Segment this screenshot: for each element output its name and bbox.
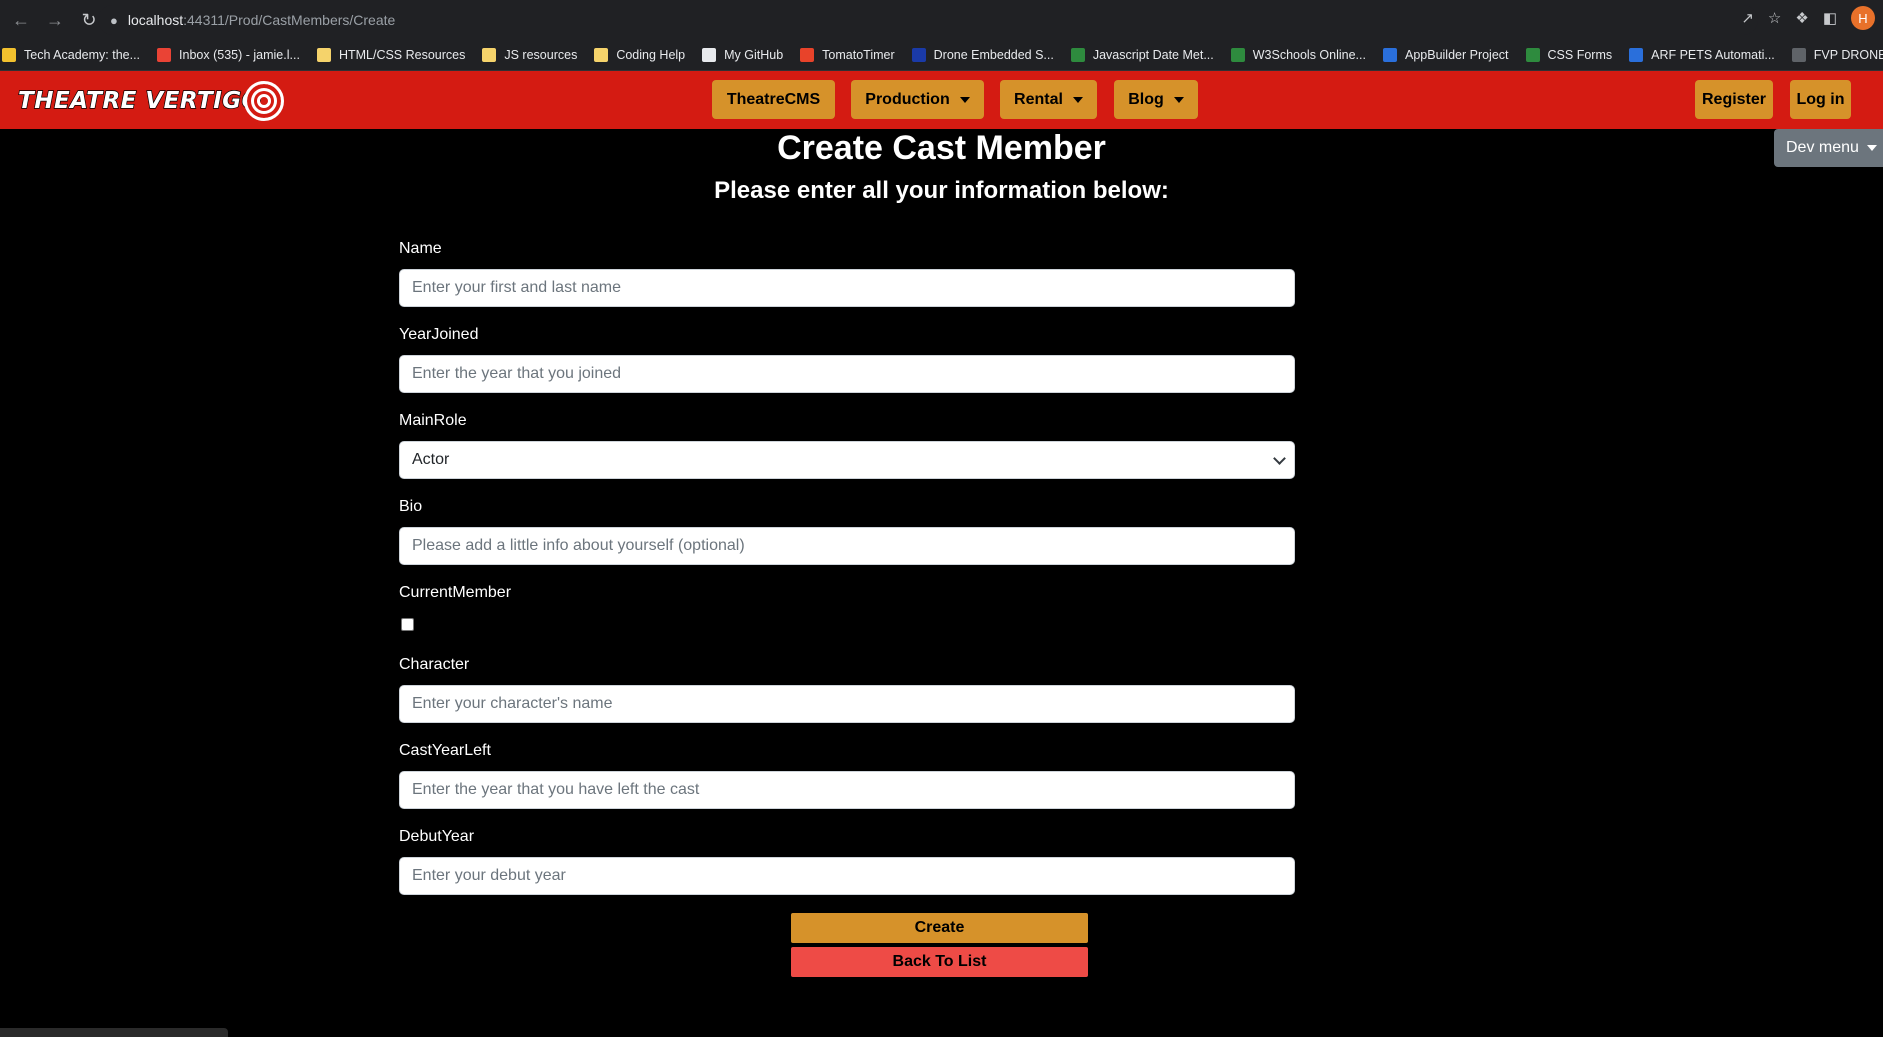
bookmark-item[interactable]: TomatoTimer [800, 48, 895, 62]
cast-year-left-label: CastYearLeft [399, 742, 491, 759]
main-role-select[interactable]: Actor [399, 441, 1295, 479]
logo-text: THEATRE VERTIGO [17, 87, 262, 114]
share-icon[interactable]: ↗ [1741, 9, 1754, 27]
bookmark-favicon-icon [1382, 48, 1397, 62]
bio-label: Bio [399, 498, 423, 515]
bookmark-item[interactable]: CSS Forms [1525, 48, 1613, 62]
bookmark-item[interactable]: My GitHub [702, 48, 783, 62]
bookmarks-bar: Tech Academy: the... Inbox (535) - jamie.… [0, 40, 1883, 71]
address-bar[interactable]: ● localhost:44311/Prod/CastMembers/Creat… [98, 5, 1758, 35]
bookmark-favicon-icon [1629, 48, 1644, 62]
bookmark-label: Inbox (535) - jamie.l... [179, 48, 300, 62]
bookmark-favicon-icon [482, 48, 497, 62]
bookmark-label: CSS Forms [1547, 48, 1613, 62]
theatre-vertigo-logo[interactable]: THEATRE VERTIGO [17, 81, 284, 121]
bookmark-item[interactable]: W3Schools Online... [1230, 48, 1366, 62]
site-info-icon[interactable]: ● [110, 13, 118, 28]
bookmark-item[interactable]: ARF PETS Automati... [1629, 48, 1775, 62]
nav-production-dropdown[interactable]: Production [851, 80, 984, 119]
logo-spiral-icon [243, 81, 284, 121]
bookmark-label: Tech Academy: the... [24, 48, 141, 62]
debut-year-label: DebutYear [399, 828, 475, 845]
back-to-list-button[interactable]: Back To List [791, 947, 1088, 977]
character-input[interactable]: Enter your character's name [399, 685, 1295, 723]
caret-down-icon [1072, 96, 1083, 103]
name-input[interactable]: Enter your first and last name [399, 269, 1295, 307]
site-navbar: THEATRE VERTIGO TheatreCMS Production Re… [0, 71, 1883, 129]
bookmark-item[interactable]: AppBuilder Project [1382, 48, 1509, 62]
bookmark-item[interactable]: Drone Embedded S... [911, 48, 1054, 62]
browser-toolbar: ← → ↻ ● localhost:44311/Prod/CastMembers… [0, 0, 1883, 40]
nav-rental-dropdown[interactable]: Rental [1000, 80, 1097, 119]
debut-year-input[interactable]: Enter your debut year [399, 857, 1295, 895]
bio-input[interactable]: Please add a little info about yourself … [399, 527, 1295, 565]
bookmark-label: Coding Help [616, 48, 686, 62]
bookmark-label: W3Schools Online... [1252, 48, 1366, 62]
current-member-label: CurrentMember [399, 584, 512, 601]
bookmark-favicon-icon [2, 48, 16, 62]
nav-blog-dropdown[interactable]: Blog [1114, 80, 1198, 119]
bookmark-label: Javascript Date Met... [1092, 48, 1214, 62]
bookmark-favicon-icon [1070, 48, 1085, 62]
bookmark-item[interactable]: Tech Academy: the... [2, 48, 140, 62]
bookmark-favicon-icon [316, 48, 331, 62]
bookmark-favicon-icon [157, 48, 172, 62]
year-joined-input[interactable]: Enter the year that you joined [399, 355, 1295, 393]
nav-theatrecms[interactable]: TheatreCMS [712, 80, 835, 119]
url-text: localhost:44311/Prod/CastMembers/Create [127, 12, 396, 28]
bookmark-label: Drone Embedded S... [933, 48, 1054, 62]
caret-down-icon [959, 96, 970, 103]
side-panel-icon[interactable]: ◧ [1823, 9, 1837, 27]
bookmark-label: TomatoTimer [822, 48, 895, 62]
status-bar [0, 1028, 228, 1037]
bookmark-item[interactable]: Coding Help [594, 48, 685, 62]
bookmark-favicon-icon [1791, 48, 1806, 62]
bookmark-label: AppBuilder Project [1404, 48, 1509, 62]
bookmark-label: My GitHub [724, 48, 784, 62]
login-button[interactable]: Log in [1790, 80, 1851, 119]
bookmark-label: ARF PETS Automati... [1651, 48, 1775, 62]
bookmark-item[interactable]: HTML/CSS Resources [316, 48, 466, 62]
page-subtitle: Please enter all your information below: [714, 177, 1169, 204]
bookmark-item[interactable]: Inbox (535) - jamie.l... [157, 48, 300, 62]
bookmark-label: HTML/CSS Resources [338, 48, 466, 62]
page-title: Create Cast Member [777, 129, 1106, 167]
main-role-selected-value: Actor [412, 451, 450, 468]
create-button[interactable]: Create [791, 913, 1088, 943]
forward-arrow-icon[interactable]: → [42, 7, 68, 33]
bookmark-item[interactable]: JS resources [482, 48, 577, 62]
bookmark-favicon-icon [911, 48, 926, 62]
bookmark-item[interactable]: FVP DRONE CODING [1791, 48, 1883, 62]
caret-down-icon [1173, 96, 1184, 103]
bookmark-label: FVP DRONE CODING [1813, 48, 1883, 62]
chevron-down-icon [1273, 452, 1286, 465]
character-label: Character [399, 656, 470, 673]
bookmark-favicon-icon [594, 48, 609, 62]
main-role-label: MainRole [399, 412, 467, 429]
cast-year-left-input[interactable]: Enter the year that you have left the ca… [399, 771, 1295, 809]
bookmark-favicon-icon [702, 48, 717, 62]
bookmark-label: JS resources [504, 48, 578, 62]
extensions-puzzle-icon[interactable]: ❖ [1795, 9, 1808, 27]
current-member-checkbox[interactable] [401, 618, 414, 631]
year-joined-label: YearJoined [399, 326, 479, 343]
name-label: Name [399, 240, 442, 257]
bookmark-favicon-icon [1525, 48, 1540, 62]
bookmark-favicon-icon [1230, 48, 1245, 62]
bookmark-favicon-icon [800, 48, 815, 62]
bookmark-star-icon[interactable]: ☆ [1768, 9, 1781, 27]
bookmark-item[interactable]: Javascript Date Met... [1070, 48, 1214, 62]
back-arrow-icon[interactable]: ← [8, 7, 34, 33]
register-button[interactable]: Register [1695, 80, 1773, 119]
profile-avatar[interactable]: H [1851, 6, 1875, 30]
